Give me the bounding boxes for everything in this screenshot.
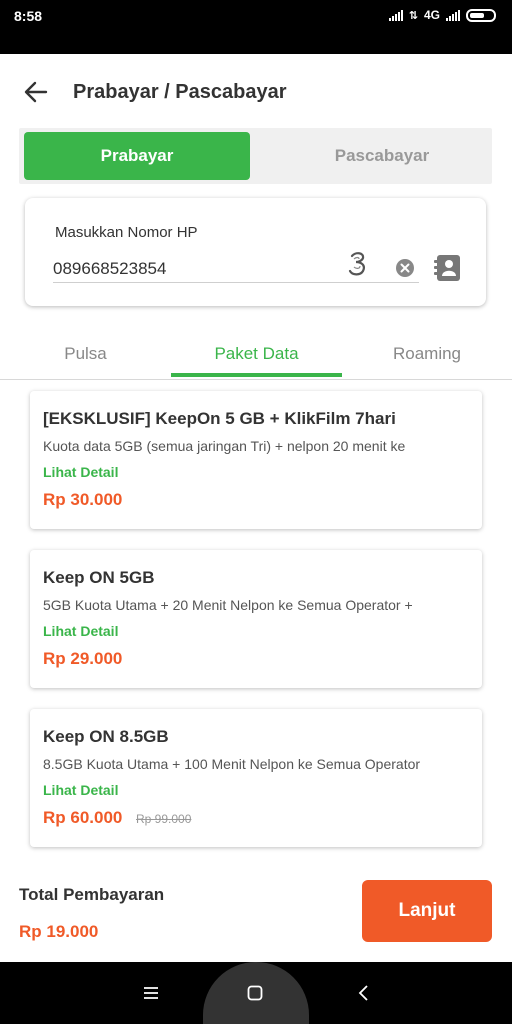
total-payment-value: Rp 19.000 [19, 922, 99, 941]
status-icons: ⇅ 4G [388, 8, 496, 22]
input-underline [53, 282, 419, 283]
total-payment-label: Total Pembayaran [19, 885, 165, 904]
package-price: Rp 60.000 [43, 808, 123, 827]
network-type: 4G [423, 8, 440, 22]
data-transfer-icon: ⇅ [408, 9, 418, 22]
signal-icon-2 [446, 9, 460, 21]
package-title: Keep ON 8.5GB [43, 727, 169, 746]
package-price: Rp 29.000 [43, 649, 123, 668]
lihat-detail-link[interactable]: Lihat Detail [43, 464, 118, 480]
tab-pulsa[interactable]: Pulsa [0, 330, 171, 378]
package-description: 8.5GB Kuota Utama + 100 Menit Nelpon ke … [43, 756, 421, 772]
active-tab-indicator [171, 373, 342, 377]
status-time: 8:58 [14, 8, 43, 24]
tab-paket-data[interactable]: Paket Data [171, 330, 342, 378]
phone-input-label: Masukkan Nomor HP [55, 224, 198, 241]
tab-roaming[interactable]: Roaming [342, 330, 512, 378]
package-title: [EKSKLUSIF] KeepOn 5 GB + KlikFilm 7hari [43, 409, 396, 428]
clear-input-icon[interactable] [395, 258, 415, 278]
phone-number-input[interactable] [53, 254, 343, 284]
package-description: 5GB Kuota Utama + 20 Menit Nelpon ke Sem… [43, 597, 413, 613]
product-tabs: Pulsa Paket Data Roaming [0, 330, 512, 380]
tri-operator-logo-icon [348, 252, 365, 276]
home-square-icon[interactable] [247, 985, 263, 1001]
lanjut-button[interactable]: Lanjut [362, 880, 492, 942]
package-original-price: Rp 99.000 [136, 812, 192, 826]
signal-icon [388, 9, 403, 21]
package-card[interactable]: Keep ON 8.5GB 8.5GB Kuota Utama + 100 Me… [30, 709, 482, 847]
lihat-detail-link[interactable]: Lihat Detail [43, 623, 118, 639]
system-nav-bar [0, 962, 512, 1024]
package-card[interactable]: [EKSKLUSIF] KeepOn 5 GB + KlikFilm 7hari… [30, 391, 482, 529]
package-description: Kuota data 5GB (semua jaringan Tri) + ne… [43, 438, 406, 454]
plan-type-toggle: Prabayar Pascabayar [19, 128, 492, 184]
battery-icon [466, 8, 496, 22]
phone-input-card: Masukkan Nomor HP [25, 198, 486, 306]
package-price: Rp 30.000 [43, 490, 123, 509]
back-arrow-icon[interactable] [22, 78, 50, 106]
menu-icon[interactable] [143, 985, 159, 1001]
package-title: Keep ON 5GB [43, 568, 155, 587]
package-card[interactable]: Keep ON 5GB 5GB Kuota Utama + 20 Menit N… [30, 550, 482, 688]
payment-footer: Total Pembayaran Rp 19.000 Lanjut [0, 866, 512, 962]
pascabayar-button[interactable]: Pascabayar [269, 132, 495, 180]
status-bar: 8:58 ⇅ 4G [0, 0, 512, 54]
page-title: Prabayar / Pascabayar [73, 81, 287, 103]
nav-back-chevron-icon[interactable] [356, 984, 370, 1002]
prabayar-button[interactable]: Prabayar [24, 132, 250, 180]
lihat-detail-link[interactable]: Lihat Detail [43, 782, 118, 798]
contact-book-icon[interactable] [434, 254, 461, 282]
app-header: Prabayar / Pascabayar [0, 54, 512, 130]
